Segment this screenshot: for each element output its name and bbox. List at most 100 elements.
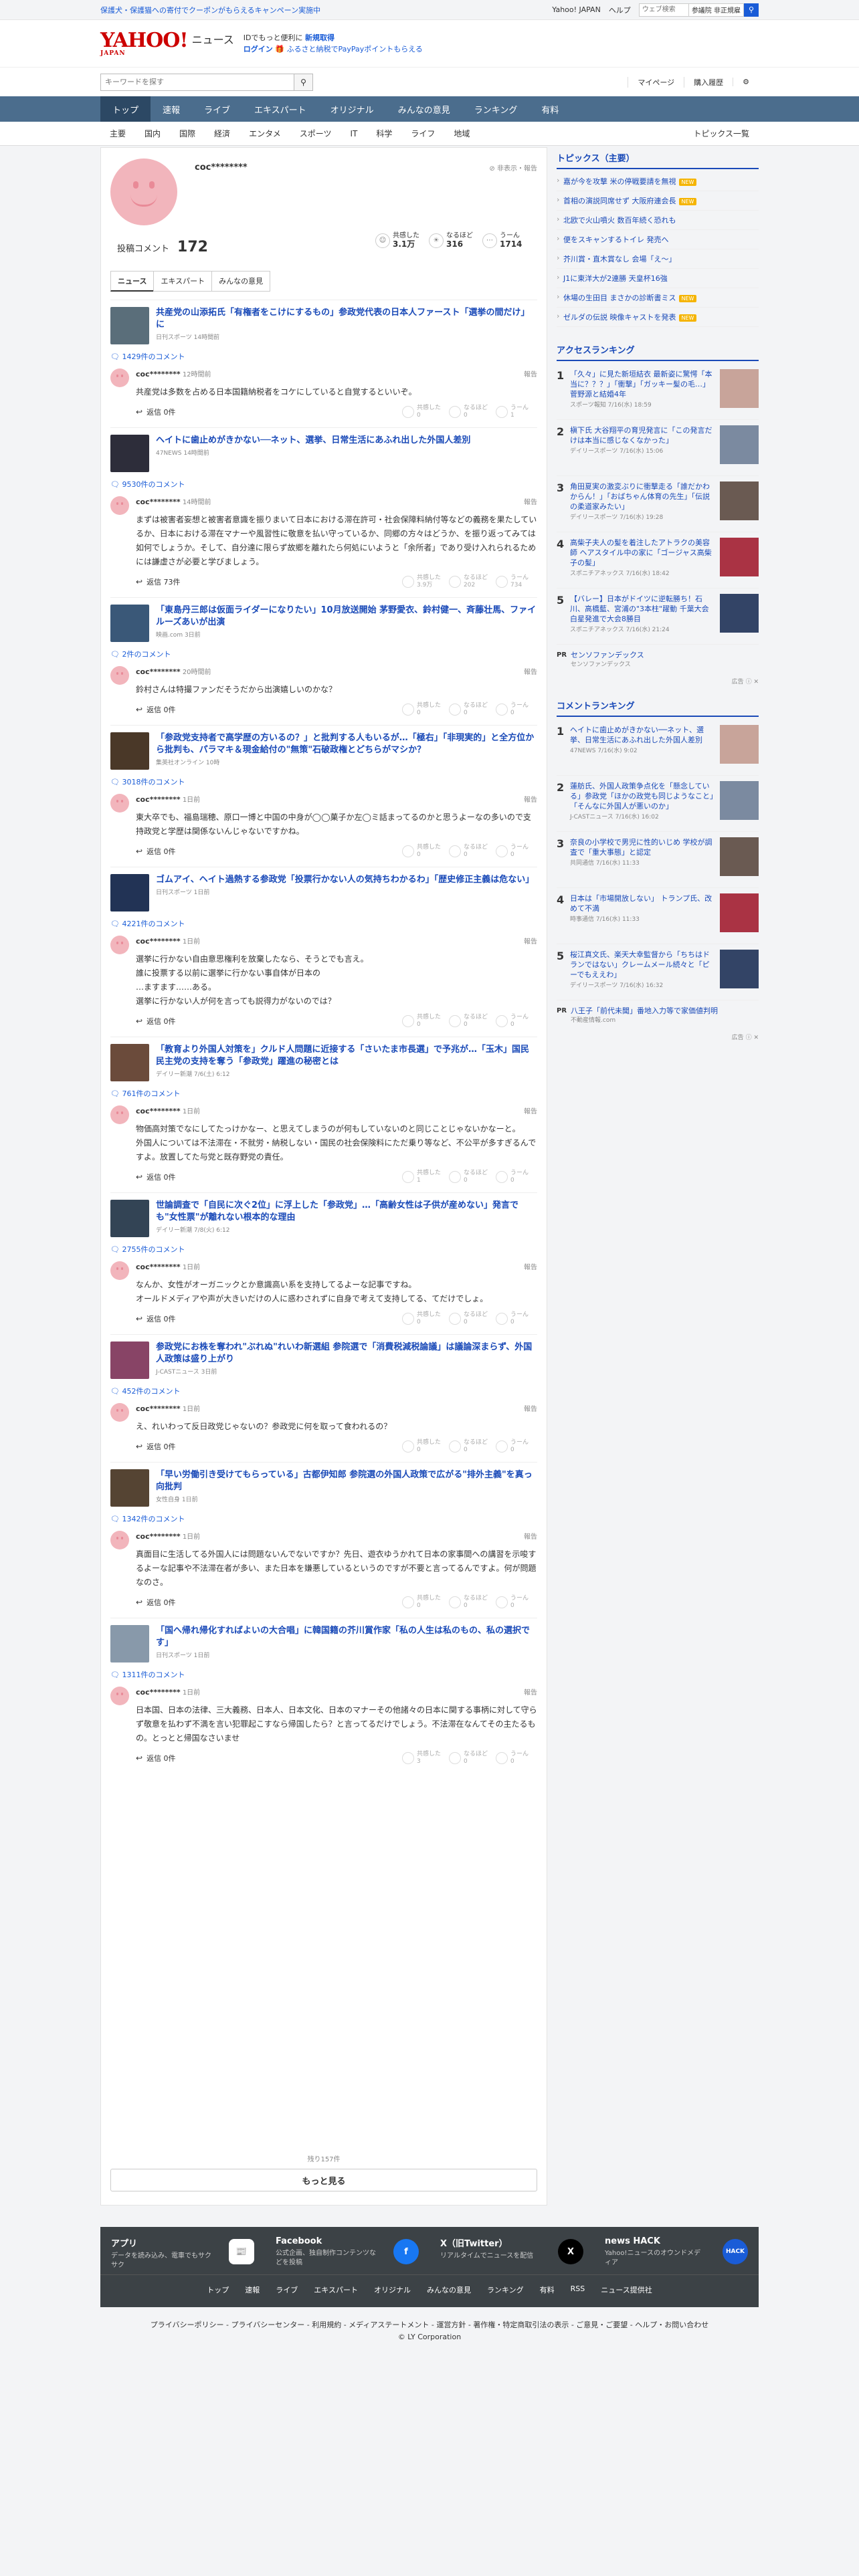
cat-it[interactable]: IT — [341, 129, 367, 138]
footer-link[interactable]: トップ — [207, 2284, 229, 2295]
ranking-item[interactable]: 2 槇下氏 大谷翔平の育児発言に「この発言だけは本当に感じなくなかった」 デイリース… — [557, 420, 759, 476]
ranking-item[interactable]: 5 【バレー】日本がドイツに逆転勝ち！石川、高橋藍、宮浦の"3本柱"躍動 千葉大会… — [557, 588, 759, 645]
insight-button[interactable]: なるほど 0 — [449, 405, 490, 419]
footer-x[interactable]: X（旧Twitter） リアルタイムでニュースを配信 X — [430, 2227, 594, 2274]
comment-count-link[interactable]: 🗨 4221件のコメント — [110, 916, 537, 936]
comment-count-link[interactable]: 🗨 1429件のコメント — [110, 348, 537, 368]
comment-count-link[interactable]: 🗨 9530件のコメント — [110, 476, 537, 496]
help-link[interactable]: ヘルプ — [609, 5, 631, 15]
article-link[interactable]: 共産党の山添拓氏「有権者をこけにするもの」参政党代表の日本人ファースト「選挙の間… — [110, 300, 537, 348]
cat-economy[interactable]: 経済 — [205, 128, 240, 139]
search-icon[interactable]: ⚲ — [744, 3, 759, 17]
footer-link[interactable]: ライブ — [276, 2284, 298, 2295]
footer-newshack[interactable]: news HACK Yahoo!ニュースのオウンドメディア HACK — [594, 2227, 759, 2274]
yahoo-logo[interactable]: YAHOO! JAPAN — [100, 30, 189, 57]
login-link[interactable]: ログイン — [244, 45, 273, 53]
footer-link[interactable]: 有料 — [540, 2284, 555, 2295]
footer-link[interactable]: みんなの意見 — [427, 2284, 471, 2295]
yahoo-japan-link[interactable]: Yahoo! JAPAN — [552, 5, 601, 14]
tab-opinions[interactable]: みんなの意見 — [386, 96, 462, 122]
report-link[interactable]: 報告 — [524, 496, 537, 506]
mypage-link[interactable]: マイページ — [628, 76, 684, 88]
reply-button[interactable]: ↩ 返信 0件 — [136, 1753, 176, 1763]
gear-icon[interactable]: ⚙ — [733, 78, 759, 86]
footer-app[interactable]: アプリ データを読み込み、電車でもサクサク 📰 — [100, 2227, 265, 2274]
topic-item[interactable]: 北欧で火山噴火 数百年続く恐れも — [557, 211, 759, 230]
empathy-button[interactable]: 共感した 0 — [402, 1439, 444, 1454]
close-icon[interactable]: ✕ — [753, 1035, 759, 1041]
cat-science[interactable]: 科学 — [367, 128, 401, 139]
ranking-item[interactable]: 1 「久々」に見た新垣結衣 最新姿に驚愕「本当に？？？」「衝撃」「ガッキー髪の毛…… — [557, 364, 759, 420]
search-keyword[interactable]: 参議院 非正規雇 — [688, 3, 744, 17]
hmm-button[interactable]: うーん 0 — [496, 844, 537, 859]
comment-count-link[interactable]: 🗨 2755件のコメント — [110, 1241, 537, 1261]
footer-link[interactable]: エキスパート — [314, 2284, 358, 2295]
topic-item[interactable]: 嘉が今を攻撃 米の停戦要請を無視NEW — [557, 172, 759, 191]
insight-button[interactable]: なるほど 0 — [449, 1595, 490, 1610]
empathy-button[interactable]: 共感した 0 — [402, 844, 444, 859]
comment-user[interactable]: coc******** — [136, 498, 181, 506]
cat-life[interactable]: ライフ — [401, 128, 444, 139]
hmm-button[interactable]: うーん 0 — [496, 1595, 537, 1610]
pr-item[interactable]: PR センソファンデックス センソファンデックス — [557, 645, 759, 675]
empathy-button[interactable]: 共感した 1 — [402, 1170, 444, 1184]
insight-button[interactable]: なるほど 0 — [449, 844, 490, 859]
insight-button[interactable]: なるほど 0 — [449, 1014, 490, 1029]
report-link[interactable]: 報告 — [524, 794, 537, 804]
tab-expert[interactable]: エキスパート — [153, 271, 213, 292]
ranking-item[interactable]: 4 高柴子夫人の髪を着注したアトラクの美容師 ヘアスタイル中の家に「ゴージャス高柴… — [557, 532, 759, 588]
report-link[interactable]: 報告 — [524, 1403, 537, 1413]
article-link[interactable]: 「早い労働引き受けてもらっている」古都伊知郎 参院選の外国人政策で広がる"排外主… — [110, 1463, 537, 1511]
report-link[interactable]: 報告 — [524, 936, 537, 946]
topics-list-link[interactable]: トピックス一覧 — [684, 128, 759, 139]
promo-link[interactable]: 保護犬・保護猫への寄付でクーポンがもらえるキャンペーン実施中 — [100, 5, 320, 15]
article-link[interactable]: 「東島丹三郎は仮面ライダーになりたい」10月放送開始 茅野愛衣、鈴村健一、斉藤壮… — [110, 598, 537, 646]
hmm-button[interactable]: うーん 0 — [496, 1014, 537, 1029]
comment-user[interactable]: coc******** — [136, 1688, 181, 1697]
report-link[interactable]: 報告 — [524, 368, 537, 379]
comment-user[interactable]: coc******** — [136, 937, 181, 946]
insight-button[interactable]: なるほど 0 — [449, 1439, 490, 1454]
article-link[interactable]: ゴムアイ、ヘイト過熱する参政党「投票行かない人の気持ちわかるわ」「歴史修正主義は… — [110, 867, 537, 916]
ranking-item[interactable]: 4 日本は「市場開放しない」 トランプ氏、改めて不満 時事通信 7/16(水) 11… — [557, 888, 759, 944]
topic-item[interactable]: 首相の演説同席せず 大阪府連会長NEW — [557, 191, 759, 211]
report-link[interactable]: 報告 — [524, 1531, 537, 1541]
reply-button[interactable]: ↩ 返信 0件 — [136, 846, 176, 857]
reply-button[interactable]: ↩ 返信 0件 — [136, 1313, 176, 1324]
topic-item[interactable]: 芥川賞・直木賞なし 会場「え～」 — [557, 249, 759, 269]
footer-facebook[interactable]: Facebook 公式企画、独自制作コンテンツなどを投稿 f — [265, 2227, 430, 2274]
comment-user[interactable]: coc******** — [136, 370, 181, 379]
ranking-item[interactable]: 3 奈良の小学校で男児に性的いじめ 学校が調査で「重大事態」と認定 共同通信 7/1… — [557, 832, 759, 888]
reply-button[interactable]: ↩ 返信 0件 — [136, 1441, 176, 1452]
cat-world[interactable]: 国際 — [170, 128, 205, 139]
cat-domestic[interactable]: 国内 — [135, 128, 170, 139]
footer-link[interactable]: ニュース提供社 — [601, 2284, 652, 2295]
report-link[interactable]: 報告 — [524, 1687, 537, 1697]
hmm-button[interactable]: うーん 0 — [496, 702, 537, 717]
news-search-input[interactable] — [100, 73, 294, 91]
ranking-item[interactable]: 1 ヘイトに歯止めがきかない──ネット、選挙、日常生活にあふれ出した外国人差別 47… — [557, 720, 759, 776]
tab-breaking[interactable]: 速報 — [151, 96, 192, 122]
article-link[interactable]: 世論調査で「自民に次ぐ2位」に浮上した「参政党」…「高齢女性は子供が産めない」発… — [110, 1193, 537, 1241]
more-button[interactable]: もっと見る — [110, 2169, 537, 2191]
comment-user[interactable]: coc******** — [136, 1107, 181, 1115]
topic-item[interactable]: ゼルダの伝説 映像キャストを発表NEW — [557, 308, 759, 327]
empathy-button[interactable]: 共感した 0 — [402, 1311, 444, 1326]
pr-item-2[interactable]: PR 八王子「前代未聞」番地入力等で家価値判明 不動産情報.com — [557, 1000, 759, 1031]
ranking-item[interactable]: 5 桜江真文氏、楽天大幸監督から「ちちはドランではない」クレームメール続々と「ピー… — [557, 944, 759, 1000]
info-icon[interactable]: ⓘ — [746, 679, 752, 685]
footer-link[interactable]: オリジナル — [374, 2284, 411, 2295]
reply-button[interactable]: ↩ 返信 0件 — [136, 704, 176, 715]
insight-button[interactable]: なるほど 0 — [449, 702, 490, 717]
insight-button[interactable]: なるほど 202 — [449, 574, 490, 589]
footer-link[interactable]: ランキング — [487, 2284, 524, 2295]
empathy-button[interactable]: 共感した 0 — [402, 1014, 444, 1029]
empathy-button[interactable]: 共感した 0 — [402, 1595, 444, 1610]
article-link[interactable]: 「国へ帰れ帰化すればよいの大合唱」に韓国籍の芥川賞作家「私の人生は私のもの、私の… — [110, 1618, 537, 1667]
tab-news[interactable]: ニュース — [110, 271, 155, 292]
tab-opinions[interactable]: みんなの意見 — [211, 271, 271, 292]
article-link[interactable]: 「参政党支持者で高学歴の方いるの？」と批判する人もいるが…「極右」「非現実的」と… — [110, 726, 537, 774]
tab-paid[interactable]: 有料 — [529, 96, 571, 122]
article-link[interactable]: 参政党にお株を奪われ"ぶれぬ"れいわ新選組 参院選で「消費税減税論議」は議論深ま… — [110, 1335, 537, 1383]
tab-live[interactable]: ライブ — [192, 96, 242, 122]
